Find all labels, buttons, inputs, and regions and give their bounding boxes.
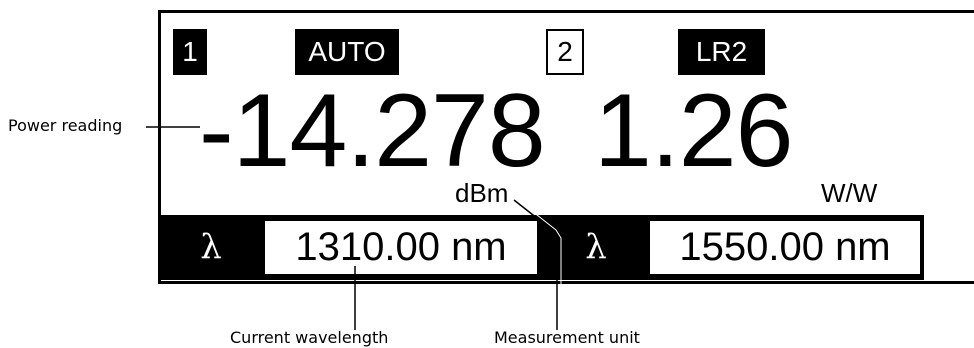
power-reading-callout: Power reading bbox=[8, 116, 123, 135]
measurement-unit-callout: Measurement unit bbox=[494, 328, 640, 347]
current-wavelength-callout: Current wavelength bbox=[230, 328, 389, 347]
measurement-unit-leader bbox=[513, 199, 558, 330]
callout-leader-lines bbox=[146, 126, 562, 330]
